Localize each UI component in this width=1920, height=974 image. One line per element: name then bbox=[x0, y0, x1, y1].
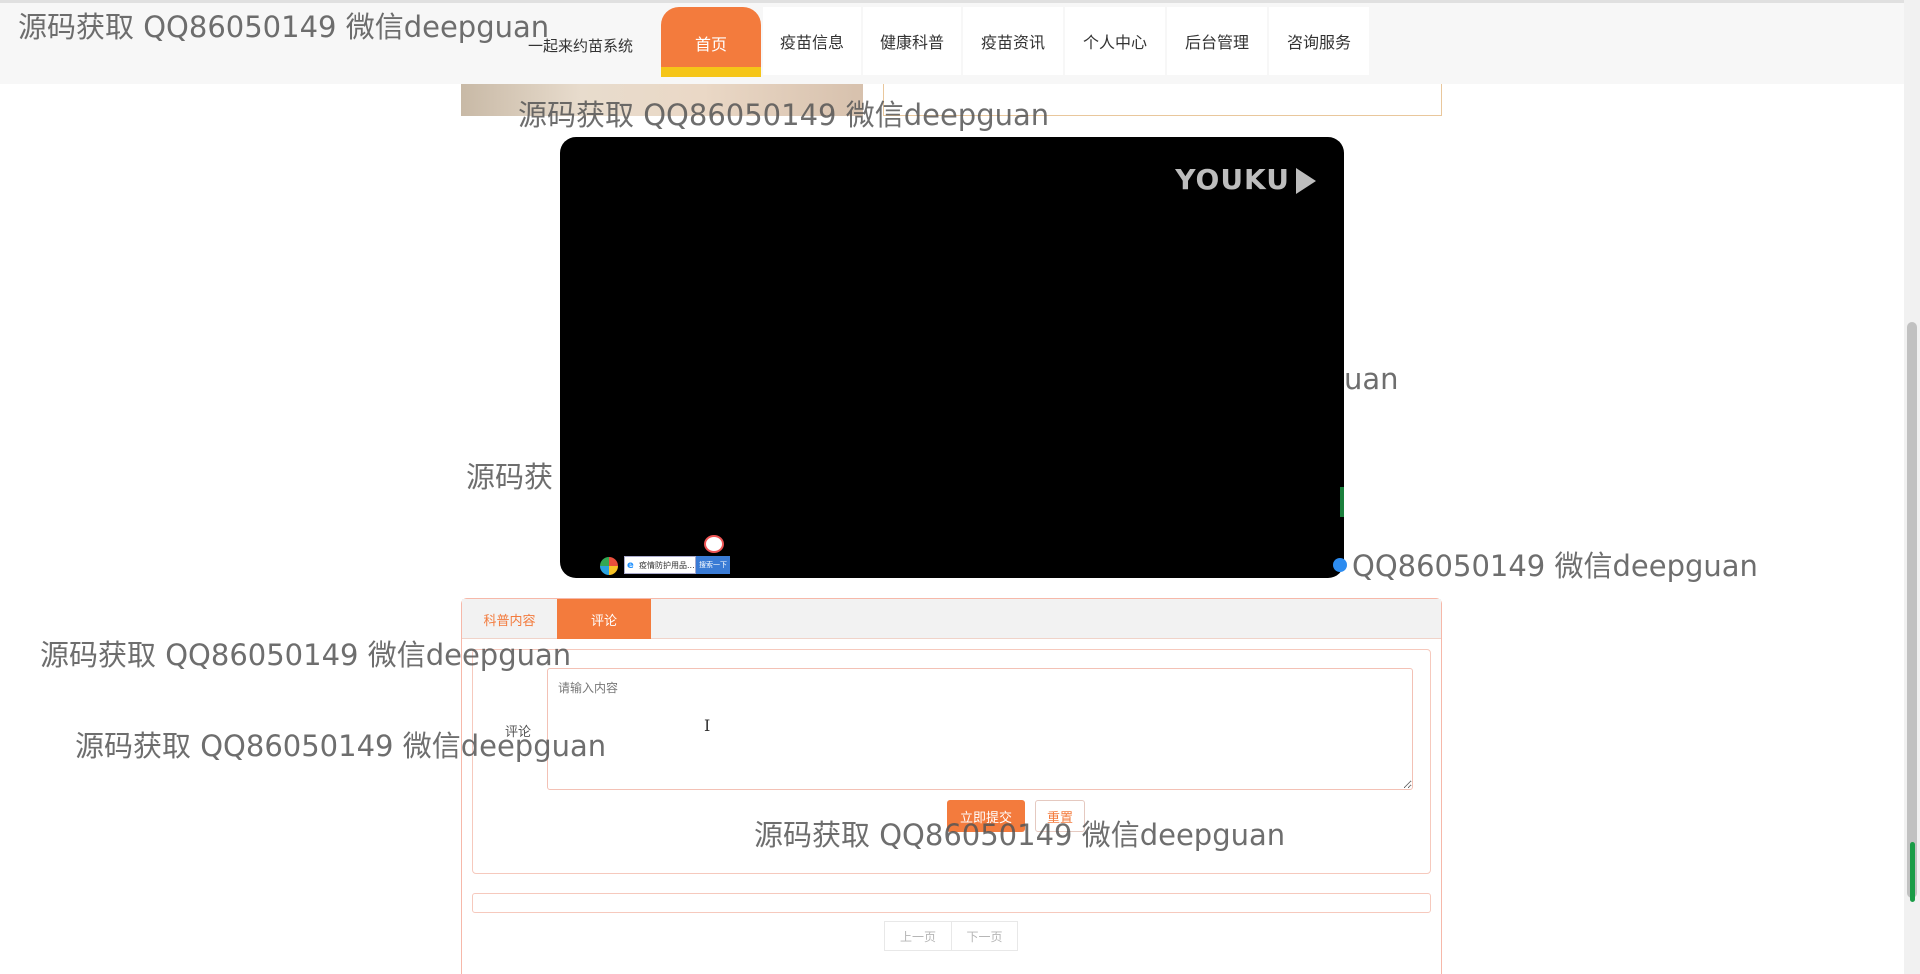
nav-item-admin[interactable]: 后台管理 bbox=[1167, 7, 1267, 75]
play-icon bbox=[1296, 168, 1316, 194]
site-brand[interactable]: 一起来约苗系统 bbox=[528, 35, 633, 56]
video-taskbar-button: 搜索一下 bbox=[696, 556, 730, 574]
nav-item-health-science[interactable]: 健康科普 bbox=[863, 7, 961, 75]
floating-ball-icon[interactable] bbox=[1333, 558, 1347, 572]
watermark: QQ86050149 微信deepguan bbox=[1352, 549, 1758, 583]
nav-item-vaccine-news[interactable]: 疫苗资讯 bbox=[963, 7, 1063, 75]
video-taskbar-search-text: 疫情防护用品... bbox=[639, 561, 695, 570]
nav-item-consult-service[interactable]: 咨询服务 bbox=[1269, 7, 1369, 75]
scrollbar-indicator bbox=[1910, 842, 1915, 902]
info-box bbox=[883, 84, 1442, 116]
prev-page-button[interactable]: 上一页 bbox=[884, 921, 952, 951]
video-taskbar-search: e 疫情防护用品... bbox=[624, 556, 696, 574]
page: 一起来约苗系统 首页 疫苗信息 健康科普 疫苗资讯 个人中心 后台管理 咨询服务… bbox=[0, 0, 1920, 974]
detail-tabs: 科普内容 评论 bbox=[462, 599, 1441, 639]
comment-input[interactable] bbox=[547, 668, 1413, 790]
comment-form: 评论 立即提交 重置 bbox=[472, 649, 1431, 874]
nav-item-personal-center[interactable]: 个人中心 bbox=[1065, 7, 1165, 75]
tab-comment[interactable]: 评论 bbox=[557, 599, 651, 639]
text-cursor-icon: I bbox=[704, 716, 711, 735]
video-side-marker bbox=[1340, 487, 1344, 517]
pagination: 上一页 下一页 bbox=[884, 921, 1018, 951]
top-nav-bar: 一起来约苗系统 首页 疫苗信息 健康科普 疫苗资讯 个人中心 后台管理 咨询服务 bbox=[0, 0, 1904, 84]
page-scrollbar[interactable] bbox=[1904, 0, 1920, 974]
video-player[interactable]: YOUKU e 疫情防护用品... 搜索一下 bbox=[560, 137, 1344, 578]
submit-button[interactable]: 立即提交 bbox=[947, 800, 1025, 832]
tab-science-content[interactable]: 科普内容 bbox=[462, 599, 557, 639]
mascot-icon bbox=[704, 535, 724, 553]
youku-logo: YOUKU bbox=[1175, 163, 1316, 196]
main-nav: 首页 疫苗信息 健康科普 疫苗资讯 个人中心 后台管理 咨询服务 bbox=[661, 7, 1371, 87]
watermark: uan bbox=[1344, 362, 1399, 396]
reset-button[interactable]: 重置 bbox=[1035, 800, 1085, 832]
watermark: 源码获 bbox=[466, 460, 554, 494]
browser-icon: e bbox=[627, 560, 634, 571]
app-logo-icon bbox=[600, 557, 618, 575]
nav-item-vaccine-info[interactable]: 疫苗信息 bbox=[763, 7, 861, 75]
comment-label: 评论 bbox=[505, 725, 532, 740]
detail-panel: 科普内容 评论 评论 立即提交 重置 上一页 下一页 bbox=[461, 598, 1442, 974]
cover-image bbox=[461, 84, 863, 116]
comment-list bbox=[472, 893, 1431, 913]
youku-logo-text: YOUKU bbox=[1175, 163, 1290, 196]
scrollbar-thumb[interactable] bbox=[1907, 322, 1917, 898]
nav-item-home[interactable]: 首页 bbox=[661, 7, 761, 77]
next-page-button[interactable]: 下一页 bbox=[952, 921, 1018, 951]
